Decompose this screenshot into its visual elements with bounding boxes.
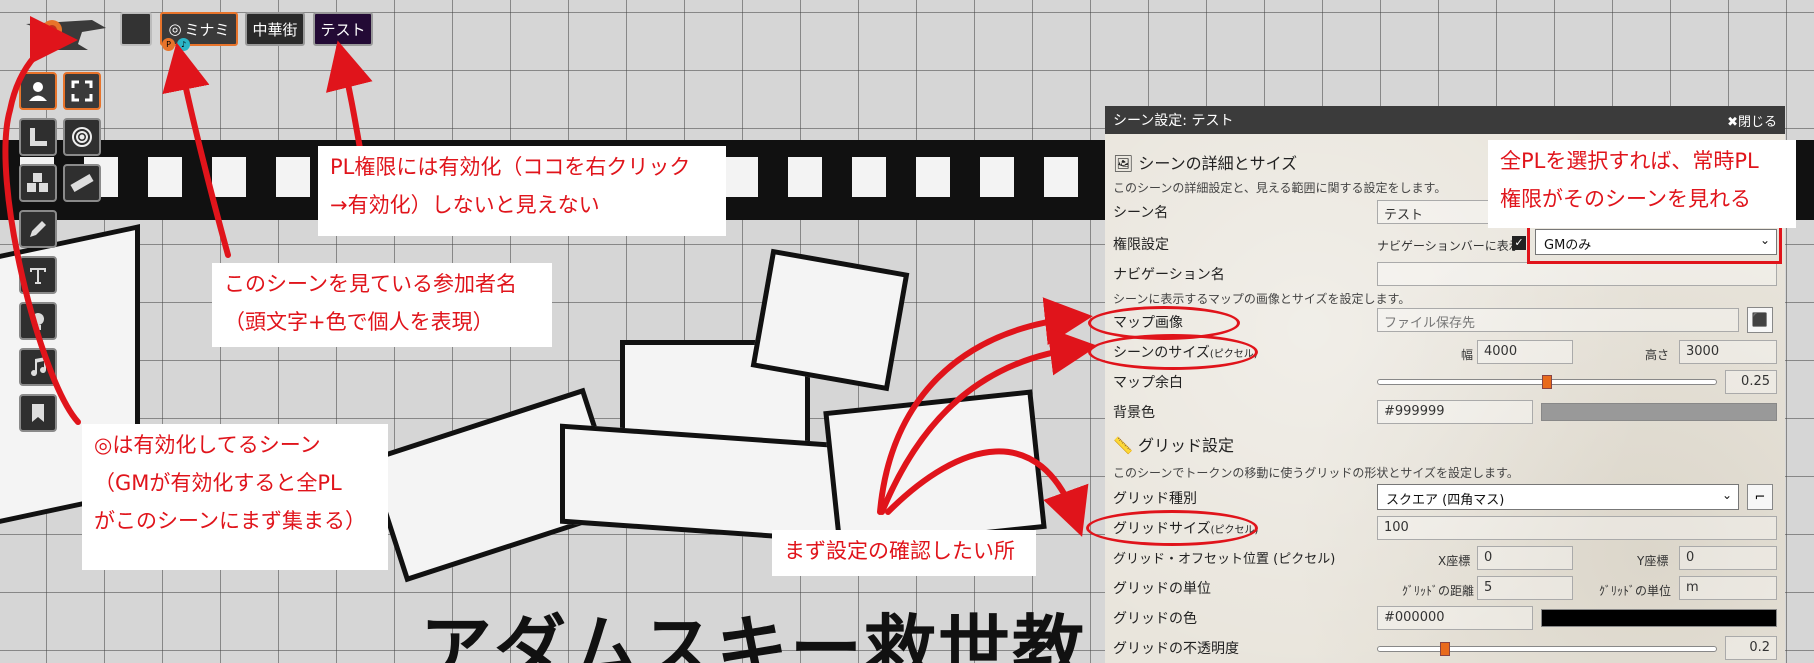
note-participants: このシーンを見ている参加者名 （頭文字+色で個人を表現）	[212, 263, 552, 347]
note-select-all-pl: 全PLを選択すれば、常時PL 権限がそのシーンを見れる	[1488, 140, 1796, 228]
note-pl-permission: PL権限には有効化（ココを右クリック →有効化）しないと見えない	[318, 146, 726, 236]
note-check-first: まず設定の確認したい所	[772, 530, 1036, 576]
note-active-scene: ◎は有効化してるシーン （GMが有効化すると全PL がこのシーンにまず集まる）	[82, 424, 388, 570]
